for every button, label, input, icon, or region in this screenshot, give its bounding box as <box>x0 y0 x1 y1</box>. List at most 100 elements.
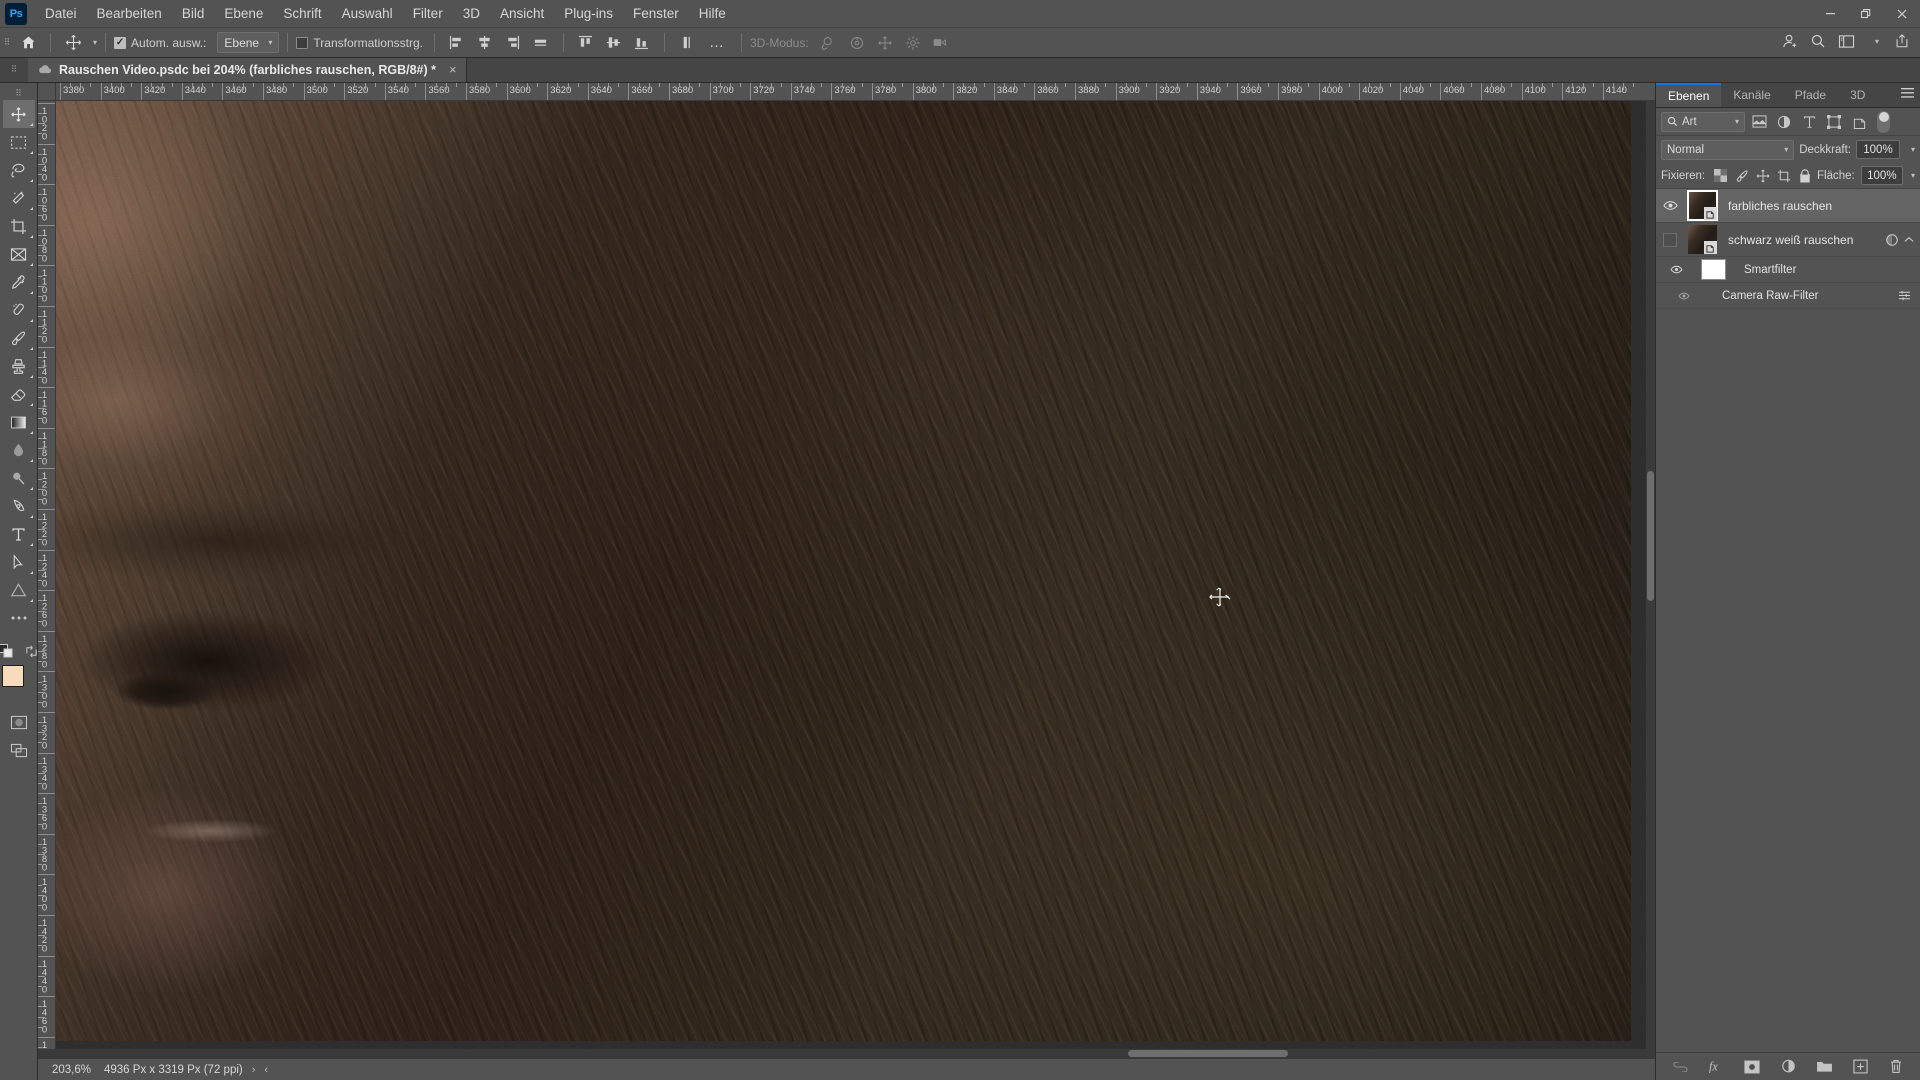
close-icon[interactable] <box>1884 0 1920 27</box>
horizontal-scrollbar-thumb[interactable] <box>1128 1050 1288 1057</box>
new-layer-icon[interactable] <box>1850 1057 1870 1077</box>
tool-preset-chevron-down-icon[interactable]: ▾ <box>93 38 97 47</box>
shape-tool[interactable] <box>3 576 35 604</box>
smartfilter-visibility-toggle[interactable] <box>1656 265 1696 274</box>
layer-visibility-toggle[interactable] <box>1658 232 1682 247</box>
align-vertical-centers-icon[interactable] <box>601 30 627 56</box>
distribute-vertical-icon[interactable] <box>674 30 700 56</box>
auto-select-scope-dropdown[interactable]: Ebene ▾ <box>217 32 280 53</box>
tab-bar-grip[interactable]: ⠿ <box>0 57 28 82</box>
pen-tool[interactable] <box>3 492 35 520</box>
align-right-edges-icon[interactable] <box>500 30 526 56</box>
chevron-up-icon[interactable] <box>1904 236 1914 244</box>
layer-name[interactable]: schwarz weiß rauschen <box>1722 233 1885 247</box>
layer-row[interactable]: farbliches rauschen <box>1656 189 1920 223</box>
eraser-tool[interactable] <box>3 380 35 408</box>
slide-3d-icon[interactable] <box>900 30 926 56</box>
filter-settings-icon[interactable] <box>1897 289 1920 302</box>
minimize-icon[interactable] <box>1812 0 1848 27</box>
close-icon[interactable]: × <box>449 62 457 77</box>
smartfilter-item-row[interactable]: Camera Raw-Filter <box>1656 283 1920 309</box>
clone-stamp-tool[interactable] <box>3 352 35 380</box>
fill-chevron-down-icon[interactable]: ▾ <box>1911 171 1915 180</box>
color-swatches[interactable] <box>1 665 36 699</box>
options-bar-grip[interactable]: ⠿ <box>0 27 14 58</box>
menu-plugins[interactable]: Plug-ins <box>554 2 623 25</box>
status-prev-icon[interactable]: ‹ <box>264 1064 277 1076</box>
path-selection-tool[interactable] <box>3 548 35 576</box>
vertical-scrollbar[interactable] <box>1646 101 1655 1049</box>
blur-tool[interactable] <box>3 436 35 464</box>
workspace-icon[interactable] <box>1833 28 1859 54</box>
menu-schrift[interactable]: Schrift <box>273 2 331 25</box>
menu-ebene[interactable]: Ebene <box>214 2 273 25</box>
opacity-value[interactable]: 100% <box>1855 140 1900 159</box>
filter-toggle-switch[interactable] <box>1877 110 1890 133</box>
gradient-tool[interactable] <box>3 408 35 436</box>
chevron-down-icon[interactable]: ▾ <box>1861 28 1887 54</box>
brush-tool[interactable] <box>3 324 35 352</box>
menu-3d[interactable]: 3D <box>453 2 490 25</box>
default-colors-icon[interactable] <box>0 641 16 661</box>
rectangular-marquee-tool[interactable] <box>3 128 35 156</box>
tab-pfade[interactable]: Pfade <box>1783 83 1838 107</box>
new-adjustment-layer-icon[interactable] <box>1778 1057 1798 1077</box>
filter-pixel-icon[interactable] <box>1748 112 1770 132</box>
edit-toolbar-ellipsis-icon[interactable] <box>3 604 35 632</box>
vertical-scrollbar-thumb[interactable] <box>1647 471 1654 601</box>
restore-icon[interactable] <box>1848 0 1884 27</box>
camera-raw-filter-label[interactable]: Camera Raw-Filter <box>1712 290 1897 302</box>
menu-datei[interactable]: Datei <box>35 2 87 25</box>
layer-visibility-toggle[interactable] <box>1658 200 1682 211</box>
menu-filter[interactable]: Filter <box>403 2 453 25</box>
align-horizontal-centers-icon[interactable] <box>472 30 498 56</box>
menu-bearbeiten[interactable]: Bearbeiten <box>87 2 172 25</box>
menu-bild[interactable]: Bild <box>172 2 215 25</box>
menu-hilfe[interactable]: Hilfe <box>689 2 736 25</box>
dodge-tool[interactable] <box>3 464 35 492</box>
layer-thumbnail-cell[interactable] <box>1682 225 1722 254</box>
frame-tool[interactable] <box>3 240 35 268</box>
layer-filter-kind-dropdown[interactable]: Art ▾ <box>1661 111 1745 132</box>
lock-transparency-icon[interactable] <box>1711 166 1730 186</box>
distribute-horizontal-icon[interactable] <box>528 30 554 56</box>
add-layer-style-icon[interactable]: fx <box>1706 1057 1726 1077</box>
align-bottom-edges-icon[interactable] <box>629 30 655 56</box>
eyedropper-tool[interactable] <box>3 268 35 296</box>
quick-mask-icon[interactable] <box>3 708 35 736</box>
layer-name[interactable]: farbliches rauschen <box>1722 199 1920 213</box>
layer-row[interactable]: schwarz weiß rauschen <box>1656 223 1920 257</box>
camera-3d-icon[interactable] <box>928 30 954 56</box>
filter-type-icon[interactable] <box>1798 112 1820 132</box>
orbit-3d-icon[interactable] <box>816 30 842 56</box>
menu-auswahl[interactable]: Auswahl <box>332 2 403 25</box>
zoom-level[interactable]: 203,6% <box>38 1064 104 1076</box>
filter-smartobject-icon[interactable] <box>1848 112 1870 132</box>
tools-panel-grip[interactable]: ⠿ <box>3 86 35 100</box>
vertical-ruler[interactable]: 1020104010601080110011201140116011801200… <box>38 101 56 1049</box>
crop-tool[interactable] <box>3 212 35 240</box>
home-icon[interactable] <box>15 30 41 56</box>
more-options-icon[interactable]: … <box>701 34 733 51</box>
transform-controls-checkbox[interactable]: Transformationsstrg. <box>296 36 426 50</box>
align-left-edges-icon[interactable] <box>444 30 470 56</box>
horizontal-scrollbar[interactable] <box>38 1049 1655 1058</box>
move-tool[interactable] <box>2 100 35 128</box>
lock-all-icon[interactable] <box>1796 166 1815 186</box>
smartfilter-label[interactable]: Smartfilter <box>1730 264 1920 276</box>
share-user-icon[interactable] <box>1777 28 1803 54</box>
spot-healing-brush-tool[interactable] <box>3 296 35 324</box>
lock-artboard-nesting-icon[interactable] <box>1775 166 1794 186</box>
fill-value[interactable]: 100% <box>1860 166 1903 185</box>
lasso-tool[interactable] <box>3 156 35 184</box>
move-tool-icon[interactable] <box>60 30 86 56</box>
camera-raw-visibility-toggle[interactable] <box>1656 292 1712 300</box>
panel-menu-icon[interactable] <box>1901 88 1914 99</box>
status-next-icon[interactable]: › <box>243 1064 265 1076</box>
auto-select-checkbox[interactable]: Autom. ausw.: <box>114 36 209 50</box>
ruler-corner[interactable] <box>38 83 56 101</box>
filter-shape-icon[interactable] <box>1823 112 1845 132</box>
foreground-color-swatch[interactable] <box>1 665 24 687</box>
document-tab[interactable]: Rauschen Video.psdc bei 204% (farbliches… <box>28 57 467 82</box>
blend-mode-dropdown[interactable]: Normal ▾ <box>1661 139 1795 160</box>
